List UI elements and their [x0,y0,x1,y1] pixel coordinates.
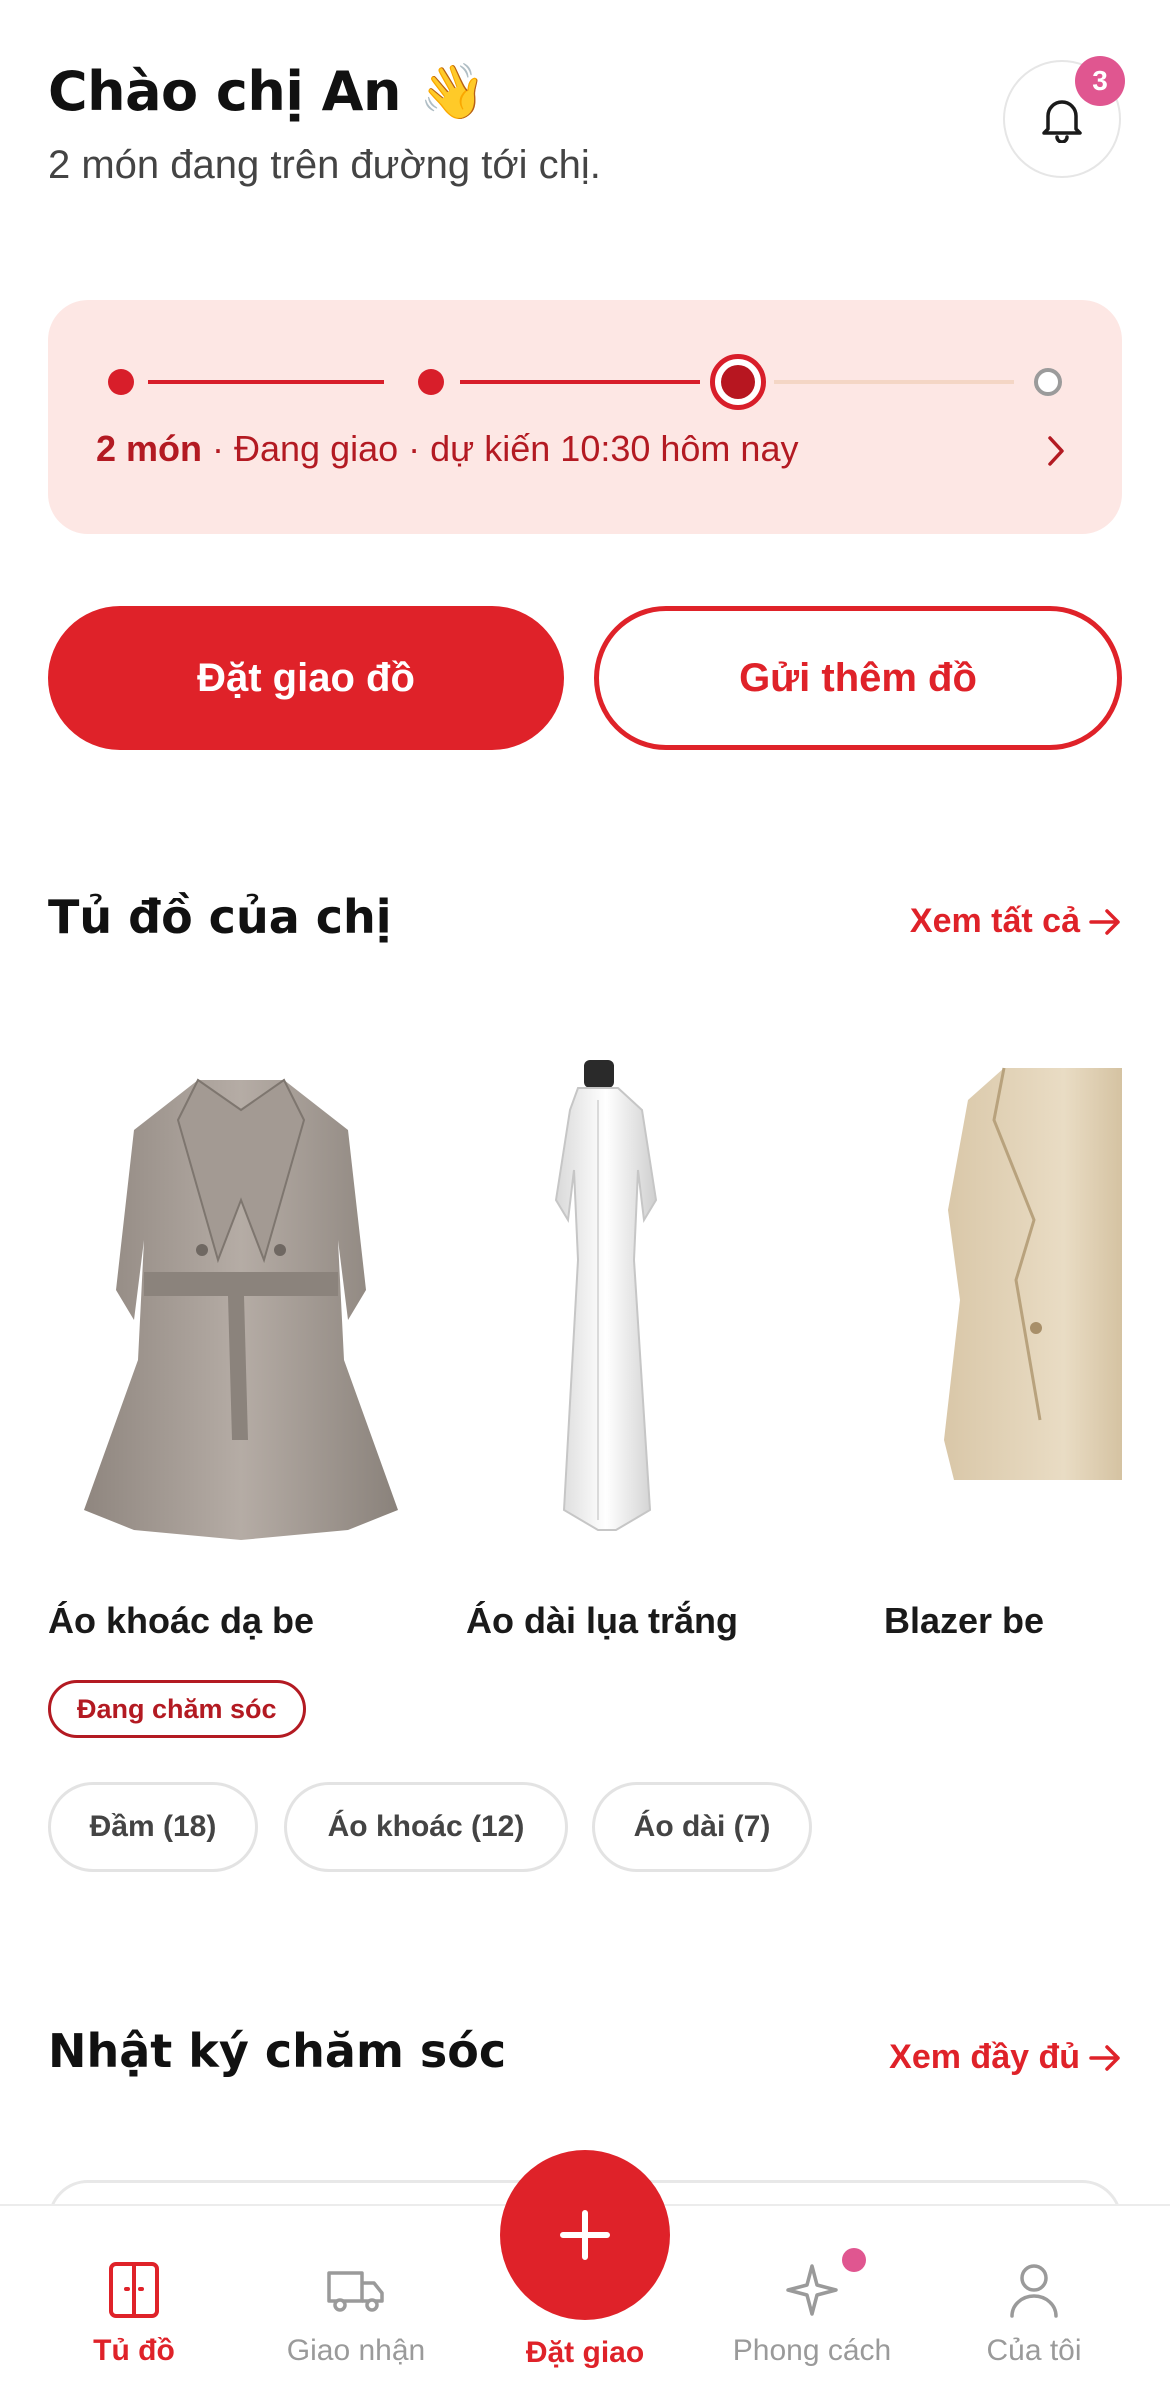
wardrobe-card[interactable] [48,1060,434,1565]
wardrobe-item-name: Áo khoác dạ be [48,1600,315,1641]
sparkle-icon [786,2264,838,2316]
delivery-tracking-card[interactable]: 2 món · Đang giao · dự kiến 10:30 hôm na… [48,300,1122,534]
user-icon [1010,2264,1058,2318]
wardrobe-title: Tủ đồ của chị [48,890,392,944]
arrow-right-icon [1089,908,1120,935]
category-chip[interactable]: Áo dài (7) [592,1782,812,1872]
category-chip[interactable]: Đầm (18) [48,1782,258,1872]
delivery-status: 2 món · Đang giao · dự kiến 10:30 hôm na… [96,428,798,470]
nav-item-account[interactable]: Của tôi [934,2256,1134,2368]
wardrobe-item-name: Áo dài lụa trắng [466,1600,739,1641]
progress-step-done [418,369,444,395]
delivery-status-text: · Đang giao · dự kiến 10:30 hôm nay [202,428,799,469]
progress-step-current [710,354,766,410]
order-delivery-button[interactable]: Đặt giao đồ [48,606,564,750]
greeting-subtitle: 2 món đang trên đường tới chị. [48,142,601,187]
send-more-button[interactable]: Gửi thêm đồ [594,606,1122,750]
blazer-image [884,1060,1122,1560]
view-all-link[interactable]: Xem tất cả [910,902,1122,941]
nav-item-label: Của tôi [986,2334,1082,2367]
wardrobe-card[interactable] [466,1060,852,1565]
view-full-link[interactable]: Xem đầy đủ [889,2038,1122,2077]
view-all-label: Xem tất cả [909,902,1080,940]
delivery-progress [108,354,1062,410]
arrow-right-icon [1089,2044,1120,2071]
nav-item-label: Đặt giao [525,2336,645,2369]
progress-segment-done [148,380,384,384]
nav-item-delivery[interactable]: Giao nhận [256,2256,456,2368]
notification-button[interactable]: 3 [1003,56,1125,178]
nav-item-wardrobe[interactable]: Tủ đồ [34,2256,234,2368]
nav-item-label: Phong cách [732,2334,892,2367]
care-status-tag: Đang chăm sóc [48,1680,306,1738]
coat-image [48,1060,434,1560]
greeting-block: Chào chị An 👋 2 món đang trên đường tới … [48,60,948,188]
ao-dai-image [466,1060,852,1560]
progress-segment-pending [774,380,1014,384]
wardrobe-carousel[interactable] [48,1060,1122,1580]
new-indicator-dot [842,2248,866,2272]
wardrobe-icon [109,2262,159,2318]
progress-segment-done [460,380,700,384]
view-full-label: Xem đầy đủ [889,2038,1080,2076]
order-delivery-fab[interactable] [500,2150,670,2320]
bell-icon [1042,100,1082,143]
progress-step-done [108,369,134,395]
progress-step-pending [1034,368,1062,396]
nav-item-label: Tủ đồ [93,2334,175,2367]
delivery-count: 2 món [96,428,203,469]
nav-item-style[interactable]: Phong cách [712,2256,912,2368]
nav-item-label: Giao nhận [286,2334,426,2367]
care-journal-title: Nhật ký chăm sóc [48,2024,507,2078]
greeting-title: Chào chị An 👋 [48,60,486,123]
truck-icon [327,2271,384,2312]
category-chip[interactable]: Áo khoác (12) [284,1782,568,1872]
chevron-right-icon [1048,436,1064,466]
plus-icon [560,2210,610,2260]
wardrobe-card[interactable] [884,1060,1122,1565]
notification-badge: 3 [1075,56,1125,106]
wardrobe-item-name: Blazer be [884,1600,1045,1641]
